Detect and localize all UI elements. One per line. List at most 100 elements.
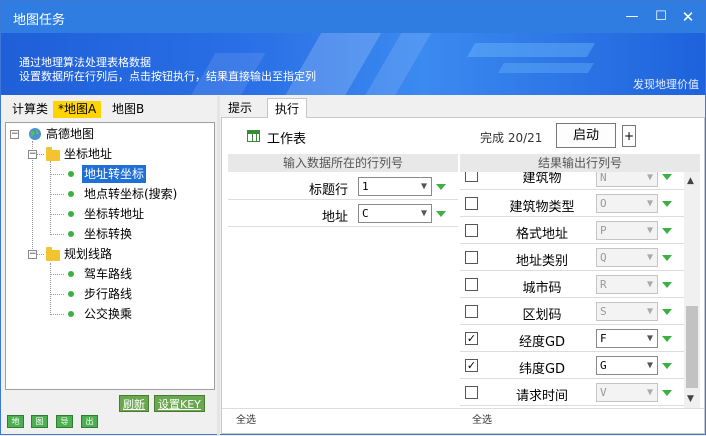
chevron-down-icon: ▼ xyxy=(646,198,653,209)
output-row: 请求时间 V ▼ xyxy=(460,379,684,406)
input-label: 地址 xyxy=(321,210,348,225)
tree-item-drive[interactable]: 驾车路线 xyxy=(84,265,132,283)
window-title: 地图任务 xyxy=(13,13,66,28)
item-dot-icon xyxy=(68,171,74,177)
item-dot-icon xyxy=(68,211,74,217)
expand-group-1-icon[interactable]: − xyxy=(28,150,37,159)
green-triangle-icon[interactable] xyxy=(662,390,672,396)
output-checkbox[interactable]: ✓ xyxy=(465,332,478,345)
output-row: 建筑物 N ▼ xyxy=(460,172,684,190)
tab-map-b[interactable]: 地图B xyxy=(107,101,149,118)
select-all-output[interactable]: 全选 xyxy=(472,411,492,426)
green-triangle-icon[interactable] xyxy=(662,201,672,207)
mini-icon-3[interactable]: 导 xyxy=(56,415,73,428)
output-row: 地址类别 Q ▼ xyxy=(460,244,684,271)
function-tree[interactable]: − 高德地图 − 坐标地址 地址转坐标 地点转坐标(搜索) 坐标转地址 坐标转换… xyxy=(5,122,215,390)
output-column-select[interactable]: P ▼ xyxy=(596,221,658,240)
select-all-input[interactable]: 全选 xyxy=(236,411,256,426)
output-label: 建筑物类型 xyxy=(509,200,575,215)
output-label: 区划码 xyxy=(522,308,562,323)
green-triangle-icon[interactable] xyxy=(436,211,446,217)
output-column-select[interactable]: O ▼ xyxy=(596,194,658,213)
globe-icon xyxy=(29,128,41,140)
green-triangle-icon[interactable] xyxy=(662,255,672,261)
tree-item-walk[interactable]: 步行路线 xyxy=(84,285,132,303)
green-triangle-icon[interactable] xyxy=(662,309,672,315)
worksheet-label: 工作表 xyxy=(267,132,307,147)
output-checkbox[interactable] xyxy=(465,386,478,399)
output-column-select[interactable]: V ▼ xyxy=(596,383,658,402)
tab-execute[interactable]: 执行 xyxy=(267,98,308,118)
green-triangle-icon[interactable] xyxy=(662,282,672,288)
scroll-thumb[interactable] xyxy=(686,306,698,388)
close-icon[interactable]: ✕ xyxy=(679,8,697,26)
add-button[interactable]: + xyxy=(622,125,636,147)
green-triangle-icon[interactable] xyxy=(662,174,672,180)
expand-root-icon[interactable]: − xyxy=(10,130,19,139)
tree-item-coord-to-addr[interactable]: 坐标转地址 xyxy=(84,205,144,223)
output-label: 城市码 xyxy=(522,281,562,296)
output-column-select[interactable]: N ▼ xyxy=(596,172,658,187)
output-label: 格式地址 xyxy=(515,227,568,242)
tab-calc[interactable]: 计算类 xyxy=(7,101,53,118)
mini-icon-1[interactable]: 地 xyxy=(7,415,24,428)
chevron-down-icon: ▼ xyxy=(646,225,653,236)
green-triangle-icon[interactable] xyxy=(662,363,672,369)
output-checkbox[interactable] xyxy=(465,197,478,210)
green-triangle-icon[interactable] xyxy=(662,228,672,234)
output-checkbox[interactable]: ✓ xyxy=(465,359,478,372)
output-scrollbar[interactable]: ▲ ▼ xyxy=(684,172,700,408)
refresh-button[interactable]: 刷新 xyxy=(119,395,149,412)
minimize-icon[interactable]: — xyxy=(623,8,641,26)
output-column-select[interactable]: R ▼ xyxy=(596,275,658,294)
scroll-down-icon[interactable]: ▼ xyxy=(687,394,694,404)
item-dot-icon xyxy=(68,231,74,237)
output-label: 建筑物 xyxy=(522,172,562,186)
chevron-down-icon: ▼ xyxy=(646,360,653,371)
header-banner: 通过地理算法处理表格数据 设置数据所在行列后，点击按钮执行，结果直接输出至指定列… xyxy=(1,33,705,95)
input-row-title: 标题行 1 ▼ xyxy=(228,174,458,200)
output-row: 城市码 R ▼ xyxy=(460,271,684,298)
title-bar[interactable]: 地图任务 — ☐ ✕ xyxy=(1,1,705,33)
output-column-select[interactable]: F ▼ xyxy=(596,329,658,348)
address-column-select[interactable]: C ▼ xyxy=(358,204,432,223)
output-checkbox[interactable] xyxy=(465,251,478,264)
output-checkbox[interactable] xyxy=(465,172,478,182)
expand-group-2-icon[interactable]: − xyxy=(28,250,37,259)
green-triangle-icon[interactable] xyxy=(662,336,672,342)
output-label: 经度GD xyxy=(518,335,566,350)
item-dot-icon xyxy=(68,291,74,297)
output-checkbox[interactable] xyxy=(465,224,478,237)
output-label: 请求时间 xyxy=(515,389,568,404)
title-row-select[interactable]: 1 ▼ xyxy=(358,177,432,196)
output-column-select[interactable]: G ▼ xyxy=(596,356,658,375)
scroll-up-icon[interactable]: ▲ xyxy=(687,176,694,186)
green-triangle-icon[interactable] xyxy=(436,184,446,190)
tree-item-coord-convert[interactable]: 坐标转换 xyxy=(84,225,132,243)
mini-icon-2[interactable]: 图 xyxy=(31,415,48,428)
chevron-down-icon: ▼ xyxy=(646,333,653,344)
output-checkbox[interactable] xyxy=(465,278,478,291)
item-dot-icon xyxy=(68,191,74,197)
tree-group-route[interactable]: 规划线路 xyxy=(64,245,112,263)
tab-map-a[interactable]: *地图A xyxy=(53,101,102,118)
maximize-icon[interactable]: ☐ xyxy=(652,8,670,26)
tree-item-place-to-coord[interactable]: 地点转坐标(搜索) xyxy=(84,185,177,203)
tree-item-addr-to-coord[interactable]: 地址转坐标 xyxy=(82,165,147,183)
output-column-select[interactable]: S ▼ xyxy=(596,302,658,321)
input-row-address: 地址 C ▼ xyxy=(228,201,458,227)
tree-root-label[interactable]: 高德地图 xyxy=(46,125,94,143)
tab-tips[interactable]: 提示 xyxy=(221,98,259,118)
chevron-down-icon: ▼ xyxy=(646,279,653,290)
output-checkbox[interactable] xyxy=(465,305,478,318)
start-button[interactable]: 启动 xyxy=(556,123,616,148)
tree-group-coord[interactable]: 坐标地址 xyxy=(64,145,112,163)
set-key-button[interactable]: 设置KEY xyxy=(154,395,205,412)
output-column-select[interactable]: Q ▼ xyxy=(596,248,658,267)
panel-splitter[interactable] xyxy=(217,96,220,436)
mini-icon-4[interactable]: 出 xyxy=(81,415,98,428)
tree-item-transit[interactable]: 公交换乘 xyxy=(84,305,132,323)
output-header: 结果输出行列号 xyxy=(460,154,700,172)
input-label: 标题行 xyxy=(308,183,348,198)
banner-brand: 发现地理价值 xyxy=(633,78,699,91)
